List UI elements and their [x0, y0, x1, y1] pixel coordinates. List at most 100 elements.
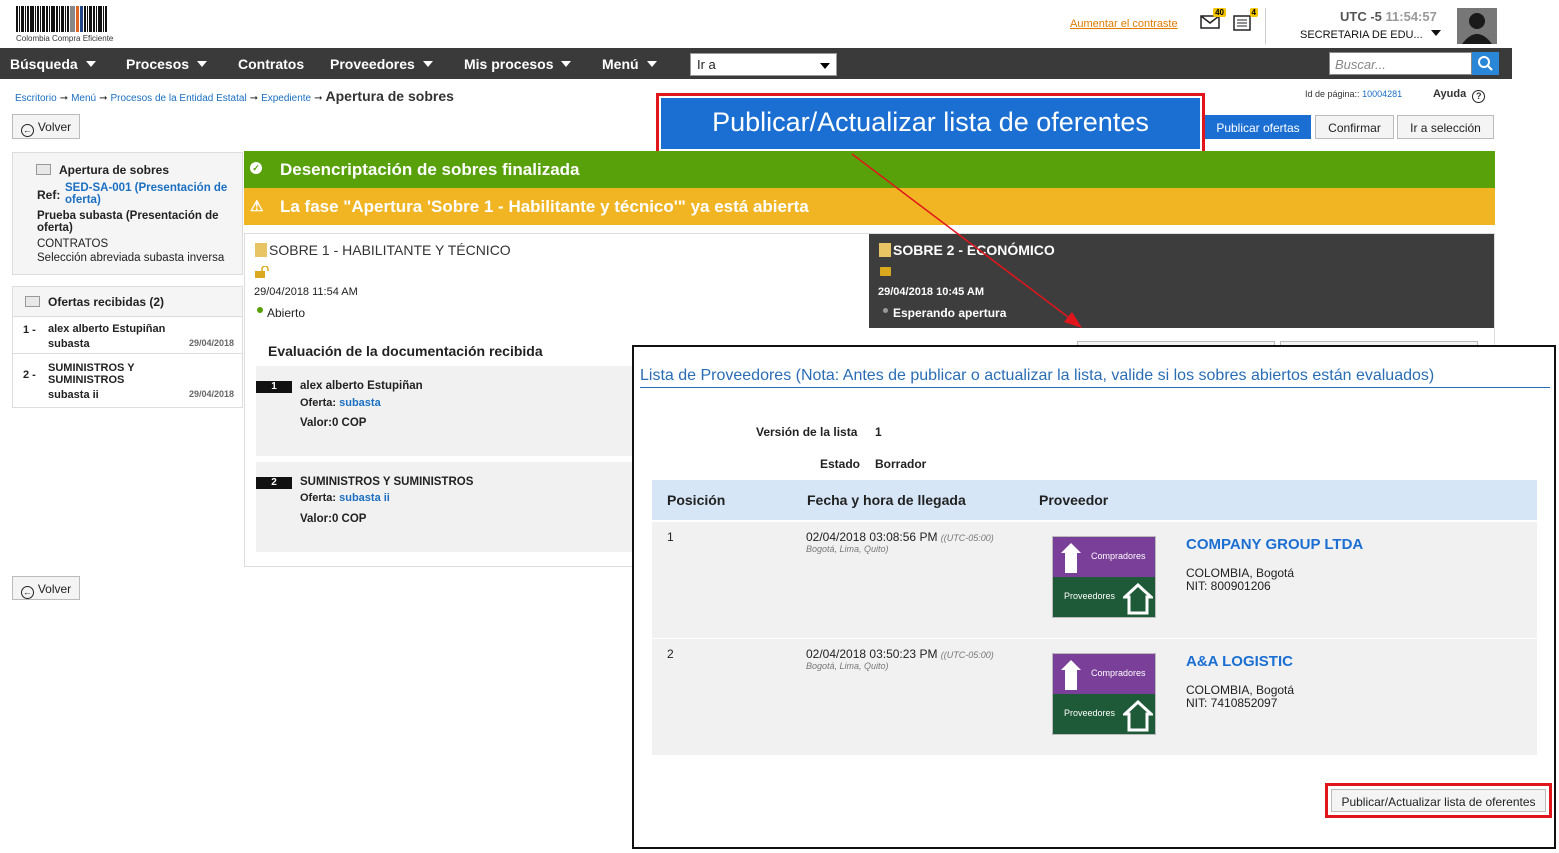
- eval-offer-label: Oferta:: [300, 492, 337, 504]
- vendor-location: COLOMBIA, Bogotá: [1186, 566, 1295, 580]
- check-circle-icon: ✓: [250, 162, 262, 174]
- page-id-label: Id de página::: [1305, 89, 1360, 99]
- arrow-left-circle-icon: ←: [20, 124, 34, 137]
- row-tz-cities: Bogotá, Lima, Quito): [806, 661, 889, 671]
- evaluation-title: Evaluación de la documentación recibida: [268, 343, 543, 359]
- row-tz: ((UTC-05:00): [940, 533, 994, 543]
- compradores-label: Compradores: [1091, 551, 1146, 561]
- calendar-icon: [25, 296, 40, 307]
- nav-contratos[interactable]: Contratos: [238, 56, 304, 72]
- eval-offer-link[interactable]: subasta: [339, 397, 381, 409]
- chevron-down-icon: [820, 63, 830, 69]
- row-datetime-text: 02/04/2018 03:50:23 PM: [806, 647, 938, 661]
- lock-icon: [880, 267, 891, 276]
- vendor-location: COLOMBIA, Bogotá: [1186, 683, 1295, 697]
- eval-offer: Oferta: subasta ii: [300, 492, 390, 504]
- offer-list-item-2[interactable]: 2 - SUMINISTROS Y SUMINISTROS subasta ii…: [13, 355, 242, 407]
- goto-select[interactable]: Ir a: [690, 53, 837, 76]
- offers-panel: Ofertas recibidas (2) 1 - alex alberto E…: [12, 286, 243, 408]
- row-position: 1: [667, 530, 674, 544]
- publish-list-button-zoomed[interactable]: Publicar/Actualizar lista de oferentes: [661, 98, 1200, 149]
- offer-date: 29/04/2018: [188, 389, 234, 399]
- nav-menu[interactable]: Menú: [602, 56, 657, 72]
- page-id: Id de página:: 10004281: [1305, 89, 1402, 99]
- chevron-down-icon: [85, 61, 96, 67]
- ref-link[interactable]: SED-SA-001 (Presentación de oferta): [65, 182, 235, 206]
- state-label: Estado: [820, 457, 861, 471]
- col-datetime: Fecha y hora de llegada: [807, 492, 966, 508]
- vendor-name-link[interactable]: COMPANY GROUP LTDA: [1186, 536, 1363, 553]
- nav-mis-procesos[interactable]: Mis procesos: [464, 56, 572, 72]
- confirm-button[interactable]: Confirmar: [1315, 115, 1394, 139]
- eval-value: Valor:0 COP: [300, 513, 367, 525]
- nav-procesos[interactable]: Procesos: [126, 56, 208, 72]
- proveedores-badge: Proveedores: [1053, 694, 1155, 734]
- proveedores-label: Proveedores: [1064, 708, 1116, 718]
- mail-count-badge: 40: [1213, 8, 1226, 17]
- sobre1-title: SOBRE 1 - HABILITANTE Y TÉCNICO: [269, 242, 511, 258]
- breadcrumb-procesos[interactable]: Procesos de la Entidad Estatal: [110, 93, 246, 104]
- version-label: Versión de la lista: [756, 425, 858, 439]
- back-button-top[interactable]: ← Volver: [12, 114, 80, 139]
- sobre2-status-text: Esperando apertura: [893, 306, 1007, 320]
- sobre2-panel[interactable]: SOBRE 2 - ECONÓMICO 29/04/2018 10:45 AM …: [869, 234, 1494, 328]
- nav-busqueda[interactable]: Búsqueda: [10, 56, 96, 72]
- vendor-logo: Compradores Proveedores: [1052, 536, 1156, 618]
- arrow-right-icon: ➞: [249, 93, 259, 104]
- summary-title-row: Apertura de sobres: [36, 163, 169, 177]
- compradores-badge: Compradores: [1053, 537, 1155, 577]
- publish-offers-button[interactable]: Publicar ofertas: [1205, 115, 1311, 139]
- offer-list-item-1[interactable]: 1 - alex alberto Estupiñan subasta 29/04…: [13, 318, 242, 354]
- table-row: 2 02/04/2018 03:50:23 PM ((UTC-05:00) Bo…: [652, 639, 1537, 755]
- vendor-table-header: Posición Fecha y hora de llegada Proveed…: [652, 480, 1537, 520]
- ref-label: Ref:: [37, 188, 61, 202]
- evaluation-item-1[interactable]: 1 alex alberto Estupiñan Oferta: subasta…: [256, 366, 636, 456]
- state-value: Borrador: [875, 457, 927, 471]
- offer-sub: subasta ii: [48, 389, 99, 401]
- col-position: Posición: [667, 492, 726, 508]
- col-vendor: Proveedor: [1039, 492, 1109, 508]
- breadcrumb-menu[interactable]: Menú: [71, 93, 96, 104]
- entity-name: SECRETARIA DE EDU...: [1300, 29, 1423, 41]
- process-modality: Selección abreviada subasta inversa: [37, 252, 225, 264]
- version-value: 1: [875, 425, 882, 439]
- evaluation-item-2[interactable]: 2 SUMINISTROS Y SUMINISTROS Oferta: suba…: [256, 462, 636, 552]
- chevron-down-icon: [1430, 30, 1441, 36]
- notification-icon[interactable]: 4: [1232, 8, 1258, 32]
- goto-selection-button[interactable]: Ir a selección: [1397, 115, 1494, 139]
- publish-list-button[interactable]: Publicar/Actualizar lista de oferentes: [1331, 789, 1546, 812]
- search-button[interactable]: [1472, 52, 1499, 75]
- goto-select-value: Ir a: [697, 57, 716, 72]
- offers-title: Ofertas recibidas (2): [48, 295, 165, 309]
- chevron-down-icon: [197, 61, 208, 67]
- page-id-value: 10004281: [1362, 89, 1403, 99]
- colombia-compra-logo[interactable]: Colombia Compra Eficiente: [16, 6, 136, 44]
- compradores-badge: Compradores: [1053, 654, 1155, 694]
- offer-name: SUMINISTROS Y SUMINISTROS: [48, 362, 135, 386]
- offers-header: Ofertas recibidas (2): [13, 287, 242, 317]
- search-input[interactable]: Buscar...: [1329, 52, 1472, 75]
- nav-contratos-label: Contratos: [238, 56, 305, 72]
- nav-proveedores[interactable]: Proveedores: [330, 56, 433, 72]
- row-tz-cities: Bogotá, Lima, Quito): [806, 544, 889, 554]
- status-dot-icon: [257, 307, 263, 313]
- eval-offer-link[interactable]: subasta ii: [339, 492, 390, 504]
- arrow-right-icon: ➞: [314, 93, 323, 104]
- vendor-name-link[interactable]: A&A LOGISTIC: [1186, 653, 1293, 670]
- back-button-bottom[interactable]: ← Volver: [12, 576, 80, 600]
- help-label: Ayuda: [1433, 88, 1467, 100]
- search-icon: [1478, 56, 1493, 71]
- breadcrumb-escritorio[interactable]: Escritorio: [15, 93, 57, 104]
- mail-icon[interactable]: 40: [1200, 8, 1226, 32]
- vendor-logo: Compradores Proveedores: [1052, 653, 1156, 735]
- publish-list-highlight[interactable]: Publicar/Actualizar lista de oferentes: [656, 93, 1205, 154]
- calendar-icon: [36, 164, 51, 175]
- row-position: 2: [667, 647, 674, 661]
- sobre1-title-row[interactable]: SOBRE 1 - HABILITANTE Y TÉCNICO: [255, 242, 511, 258]
- breadcrumb-expediente[interactable]: Expediente: [261, 93, 311, 104]
- help-link[interactable]: Ayuda ?: [1433, 88, 1489, 103]
- arrow-right-icon: ➞: [99, 93, 108, 104]
- contrast-link[interactable]: Aumentar el contraste: [1070, 18, 1178, 30]
- entity-dropdown[interactable]: SECRETARIA DE EDU...: [1300, 29, 1441, 41]
- avatar[interactable]: [1457, 8, 1497, 44]
